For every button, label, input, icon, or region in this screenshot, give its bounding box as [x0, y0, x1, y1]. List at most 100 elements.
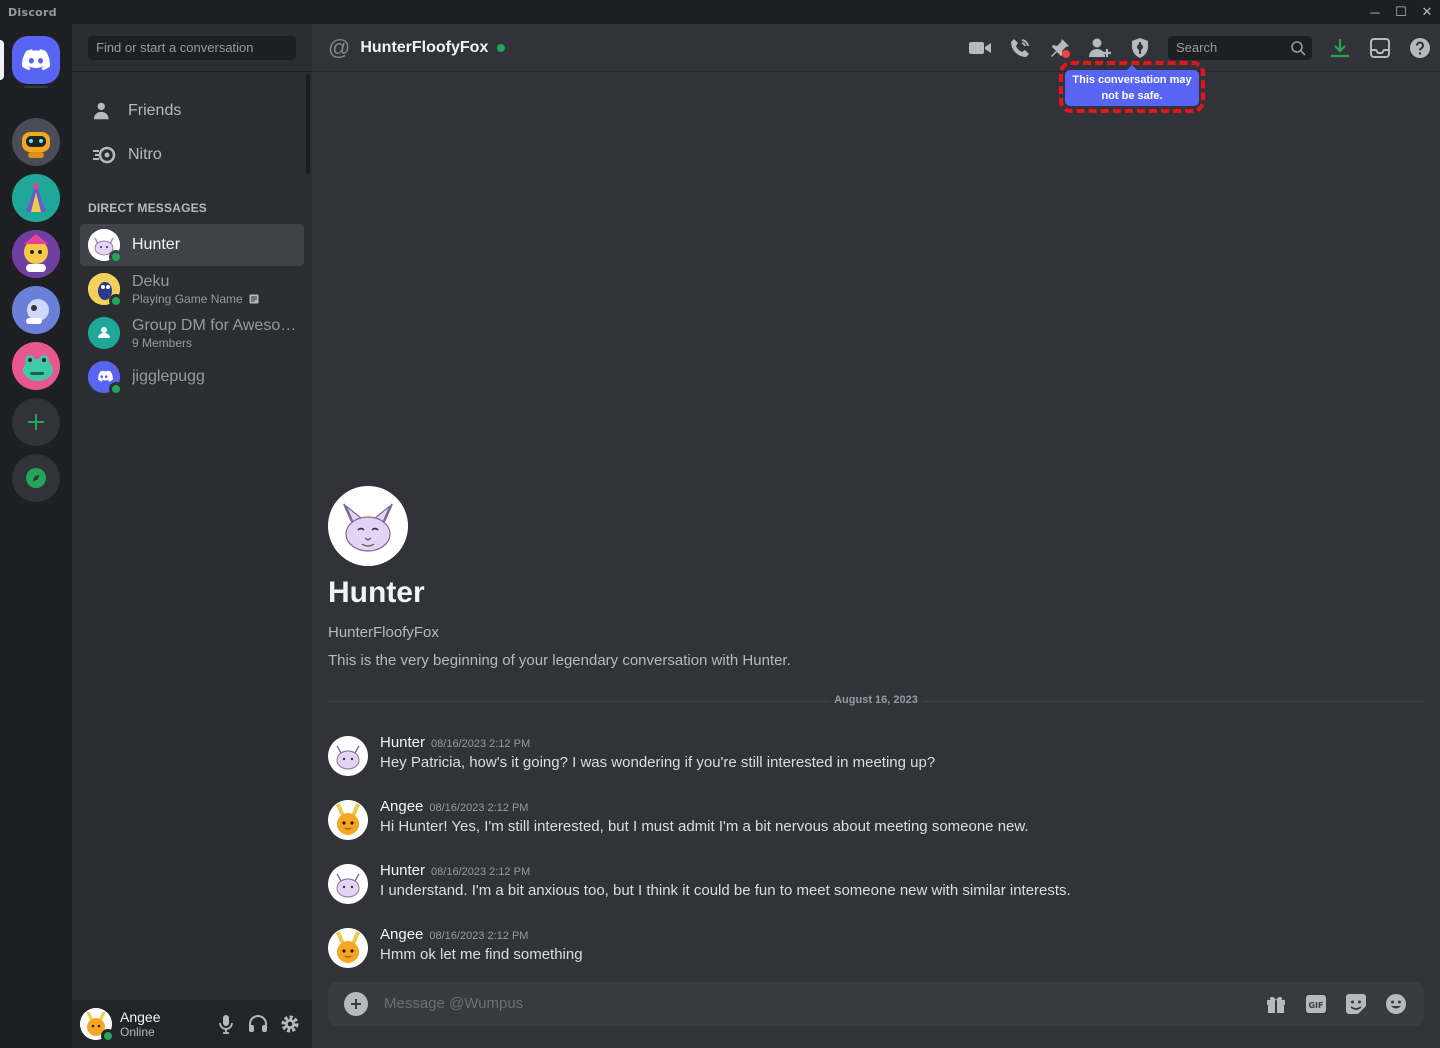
sticker-icon — [1346, 994, 1366, 1014]
server-pink[interactable] — [12, 230, 60, 278]
online-status-dot — [109, 250, 123, 264]
angee-avatar-icon — [328, 928, 368, 968]
chat-area: @ HunterFloofyFox Search This conversati… — [312, 24, 1440, 1048]
message-author[interactable]: Hunter — [380, 734, 425, 751]
add-server-button[interactable] — [12, 398, 60, 446]
message-avatar[interactable] — [328, 928, 368, 968]
welcome-username: HunterFloofyFox — [328, 624, 439, 641]
sidebar-search-wrapper: Find or start a conversation — [72, 24, 312, 72]
message-input[interactable]: Message @Wumpus — [384, 995, 523, 1012]
message-author-line: Hunter 08/16/2023 2:12 PM — [380, 734, 530, 751]
dm-name: Hunter — [132, 236, 181, 253]
app-brand: Discord — [8, 5, 57, 19]
user-controls — [210, 1008, 306, 1040]
pinned-messages-button[interactable] — [1048, 36, 1072, 60]
message-author-line: Hunter 08/16/2023 2:12 PM — [380, 862, 530, 879]
dm-item-group[interactable]: Group DM for Awesom... 9 Members — [80, 312, 304, 354]
cat-avatar-icon — [328, 736, 368, 776]
dm-item-deku[interactable]: Deku Playing Game Name — [80, 268, 304, 310]
dm-name: Deku — [132, 272, 170, 290]
avatar — [88, 317, 120, 349]
smiley-icon — [1386, 994, 1406, 1014]
server-frog[interactable] — [12, 342, 60, 390]
message[interactable]: Angee 08/16/2023 2:12 PM Hi Hunter! Yes, … — [328, 798, 1418, 848]
character-server-icon — [12, 230, 60, 278]
phone-icon — [1011, 39, 1029, 57]
voice-call-button[interactable] — [1008, 36, 1032, 60]
dm-item-jigglepugg[interactable]: jigglepugg — [80, 356, 304, 398]
dm-item-hunter[interactable]: Hunter — [80, 224, 304, 266]
online-status-dot — [109, 294, 123, 308]
message-text: I understand. I'm a bit anxious too, but… — [380, 882, 1071, 899]
nitro-icon — [92, 143, 116, 167]
server-robot[interactable] — [12, 118, 60, 166]
home-button[interactable] — [12, 36, 60, 84]
message-author[interactable]: Hunter — [380, 862, 425, 879]
download-button[interactable] — [1328, 36, 1352, 60]
pin-icon — [1051, 39, 1070, 58]
date-divider: August 16, 2023 — [328, 694, 1424, 706]
close-window-button[interactable]: ✕ — [1414, 0, 1440, 24]
gif-button[interactable]: GIF — [1304, 992, 1328, 1016]
message-author[interactable]: Angee — [380, 926, 423, 943]
dm-name: Group DM for Awesom... — [132, 316, 302, 334]
emoji-button[interactable] — [1384, 992, 1408, 1016]
message-text: Hi Hunter! Yes, I'm still interested, bu… — [380, 818, 1029, 835]
friends-icon — [92, 99, 116, 123]
sticker-button[interactable] — [1344, 992, 1368, 1016]
deafen-button[interactable] — [242, 1008, 274, 1040]
find-conversation-input[interactable]: Find or start a conversation — [88, 36, 296, 60]
add-friends-to-dm-button[interactable] — [1088, 36, 1112, 60]
gif-icon: GIF — [1306, 995, 1326, 1013]
dm-member-count: 9 Members — [132, 335, 193, 350]
message-avatar[interactable] — [328, 736, 368, 776]
message-composer: Message @Wumpus GIF — [328, 982, 1424, 1026]
video-call-button[interactable] — [968, 36, 992, 60]
microphone-icon — [219, 1015, 233, 1034]
message-author[interactable]: Angee — [380, 798, 423, 815]
user-name: Angee — [120, 1009, 161, 1025]
header-search-input[interactable]: Search — [1168, 36, 1312, 60]
help-icon — [1410, 38, 1430, 58]
dm-sidebar: Find or start a conversation Friends Nit… — [72, 24, 312, 1048]
upload-button[interactable] — [344, 992, 368, 1016]
server-blue[interactable] — [12, 286, 60, 334]
robot-server-icon — [12, 118, 60, 166]
user-avatar[interactable] — [80, 1008, 115, 1043]
maximize-button[interactable]: ☐ — [1388, 0, 1414, 24]
download-icon — [1331, 39, 1349, 58]
message-text: Hey Patricia, how's it going? I was wond… — [380, 754, 936, 771]
plus-icon — [351, 999, 361, 1009]
help-button[interactable] — [1408, 36, 1432, 60]
avatar — [88, 273, 123, 308]
user-status: Online — [120, 1025, 155, 1039]
mute-button[interactable] — [210, 1008, 242, 1040]
message[interactable]: Hunter 08/16/2023 2:12 PM Hey Patricia, h… — [328, 734, 1418, 784]
gift-button[interactable] — [1264, 992, 1288, 1016]
message-avatar[interactable] — [328, 864, 368, 904]
plus-icon — [28, 414, 44, 430]
nav-nitro[interactable]: Nitro — [80, 134, 304, 176]
title-bar: Discord ─ ☐ ✕ — [0, 0, 1440, 24]
welcome-avatar[interactable] — [328, 486, 408, 566]
compass-icon — [26, 468, 46, 488]
nav-friends[interactable]: Friends — [80, 90, 304, 132]
minimize-button[interactable]: ─ — [1362, 0, 1388, 24]
sidebar-scrollbar[interactable] — [306, 74, 310, 174]
explore-servers-button[interactable] — [12, 454, 60, 502]
video-camera-icon — [969, 42, 991, 54]
settings-button[interactable] — [274, 1008, 306, 1040]
message[interactable]: Angee 08/16/2023 2:12 PM Hmm ok let me fi… — [328, 926, 1418, 976]
channel-title: HunterFloofyFox — [360, 38, 489, 56]
online-status-dot — [109, 382, 123, 396]
message-avatar[interactable] — [328, 800, 368, 840]
safety-shield-button[interactable] — [1128, 36, 1152, 60]
rich-presence-icon — [249, 294, 259, 303]
server-rail — [0, 24, 72, 1048]
welcome-name: Hunter — [328, 576, 425, 609]
group-icon — [88, 317, 120, 349]
inbox-button[interactable] — [1368, 36, 1392, 60]
message[interactable]: Hunter 08/16/2023 2:12 PM I understand. I… — [328, 862, 1418, 912]
server-teal[interactable] — [12, 174, 60, 222]
message-timestamp: 08/16/2023 2:12 PM — [431, 866, 531, 878]
